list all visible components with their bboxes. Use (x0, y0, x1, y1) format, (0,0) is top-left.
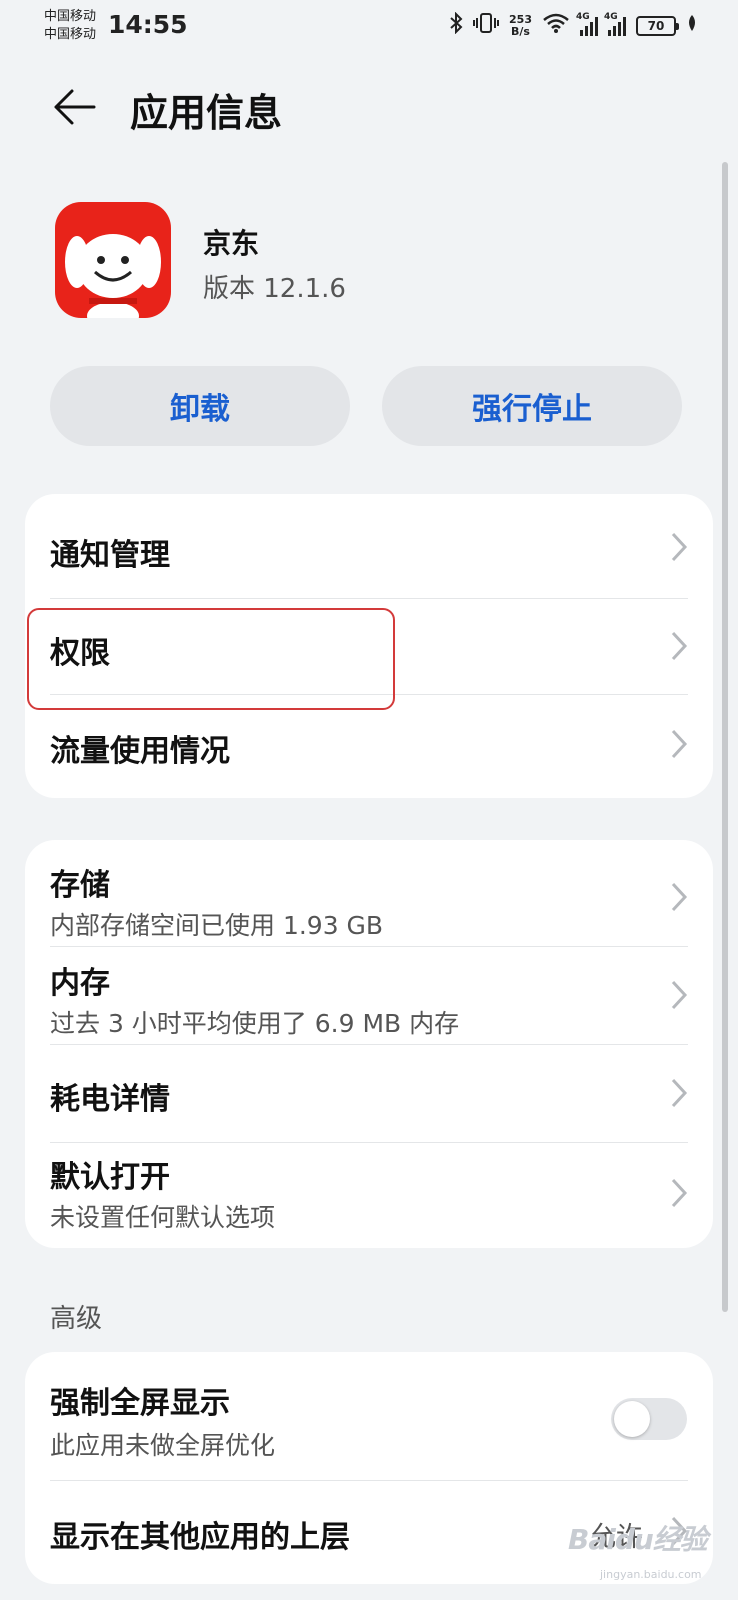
chevron-right-icon (671, 1178, 688, 1208)
chevron-right-icon (671, 1078, 688, 1108)
jd-dog-logo-icon (65, 234, 161, 318)
memory-label: 内存 (50, 966, 110, 1001)
status-bar: 中国移动 中国移动 14:55 253 B/s 4G 4G 70 (0, 0, 738, 50)
signal-2-icon: 4G (604, 12, 626, 36)
section-label-advanced: 高级 (50, 1304, 103, 1334)
chevron-right-icon (671, 882, 688, 912)
app-icon (55, 202, 171, 318)
open-by-default-label: 默认打开 (50, 1160, 170, 1195)
baidu-watermark-url: jingyan.baidu.com (600, 1568, 702, 1581)
back-button[interactable] (52, 84, 98, 130)
header: 应用信息 (0, 70, 738, 146)
force-fullscreen-toggle[interactable] (611, 1398, 687, 1440)
memory-row[interactable]: 内存 过去 3 小时平均使用了 6.9 MB 内存 (25, 946, 713, 1044)
page-title: 应用信息 (130, 91, 283, 135)
storage-usage-text: 内部存储空间已使用 1.93 GB (50, 911, 384, 940)
bluetooth-icon (449, 11, 463, 39)
force-fullscreen-label: 强制全屏显示 (50, 1386, 230, 1421)
chevron-right-icon (671, 631, 688, 661)
chevron-right-icon (671, 729, 688, 759)
force-fullscreen-row[interactable]: 强制全屏显示 此应用未做全屏优化 (25, 1352, 713, 1480)
battery-icon: 70 (636, 15, 679, 36)
carrier-info: 中国移动 中国移动 (44, 8, 96, 44)
app-name: 京东 (203, 227, 260, 260)
data-usage-label: 流量使用情况 (50, 734, 230, 769)
carrier-2: 中国移动 (44, 27, 97, 42)
permissions-highlight-box (27, 608, 395, 710)
storage-label: 存储 (50, 868, 110, 903)
arrow-left-icon (54, 89, 96, 125)
force-stop-button[interactable]: 强行停止 (382, 366, 682, 446)
app-version: 版本 12.1.6 (203, 274, 346, 304)
battery-usage-label: 耗电详情 (50, 1082, 170, 1117)
network-speed: 253 B/s (509, 12, 532, 38)
clock: 14:55 (108, 10, 188, 39)
vibrate-icon (473, 12, 500, 39)
leaf-icon (686, 14, 698, 37)
chevron-right-icon (671, 532, 688, 562)
scrollbar[interactable] (722, 162, 728, 1312)
settings-card-2: 存储 内部存储空间已使用 1.93 GB 内存 过去 3 小时平均使用了 6.9… (25, 840, 713, 1248)
notification-management-label: 通知管理 (50, 538, 170, 573)
wifi-icon (542, 12, 570, 39)
toggle-knob (614, 1401, 650, 1437)
battery-usage-row[interactable]: 耗电详情 (25, 1044, 713, 1142)
memory-usage-text: 过去 3 小时平均使用了 6.9 MB 内存 (50, 1009, 460, 1038)
chevron-right-icon (671, 980, 688, 1010)
force-fullscreen-text: 此应用未做全屏优化 (50, 1431, 276, 1460)
baidu-watermark: Baidu经验 (568, 1523, 708, 1556)
carrier-1: 中国移动 (44, 9, 97, 24)
uninstall-button[interactable]: 卸载 (50, 366, 350, 446)
open-by-default-text: 未设置任何默认选项 (50, 1203, 276, 1232)
display-over-apps-label: 显示在其他应用的上层 (50, 1520, 350, 1555)
storage-row[interactable]: 存储 内部存储空间已使用 1.93 GB (25, 840, 713, 946)
status-icons: 253 B/s 4G 4G 70 (449, 12, 698, 39)
notification-management-row[interactable]: 通知管理 (25, 494, 713, 598)
signal-1-icon: 4G (576, 12, 598, 36)
open-by-default-row[interactable]: 默认打开 未设置任何默认选项 (25, 1142, 713, 1248)
